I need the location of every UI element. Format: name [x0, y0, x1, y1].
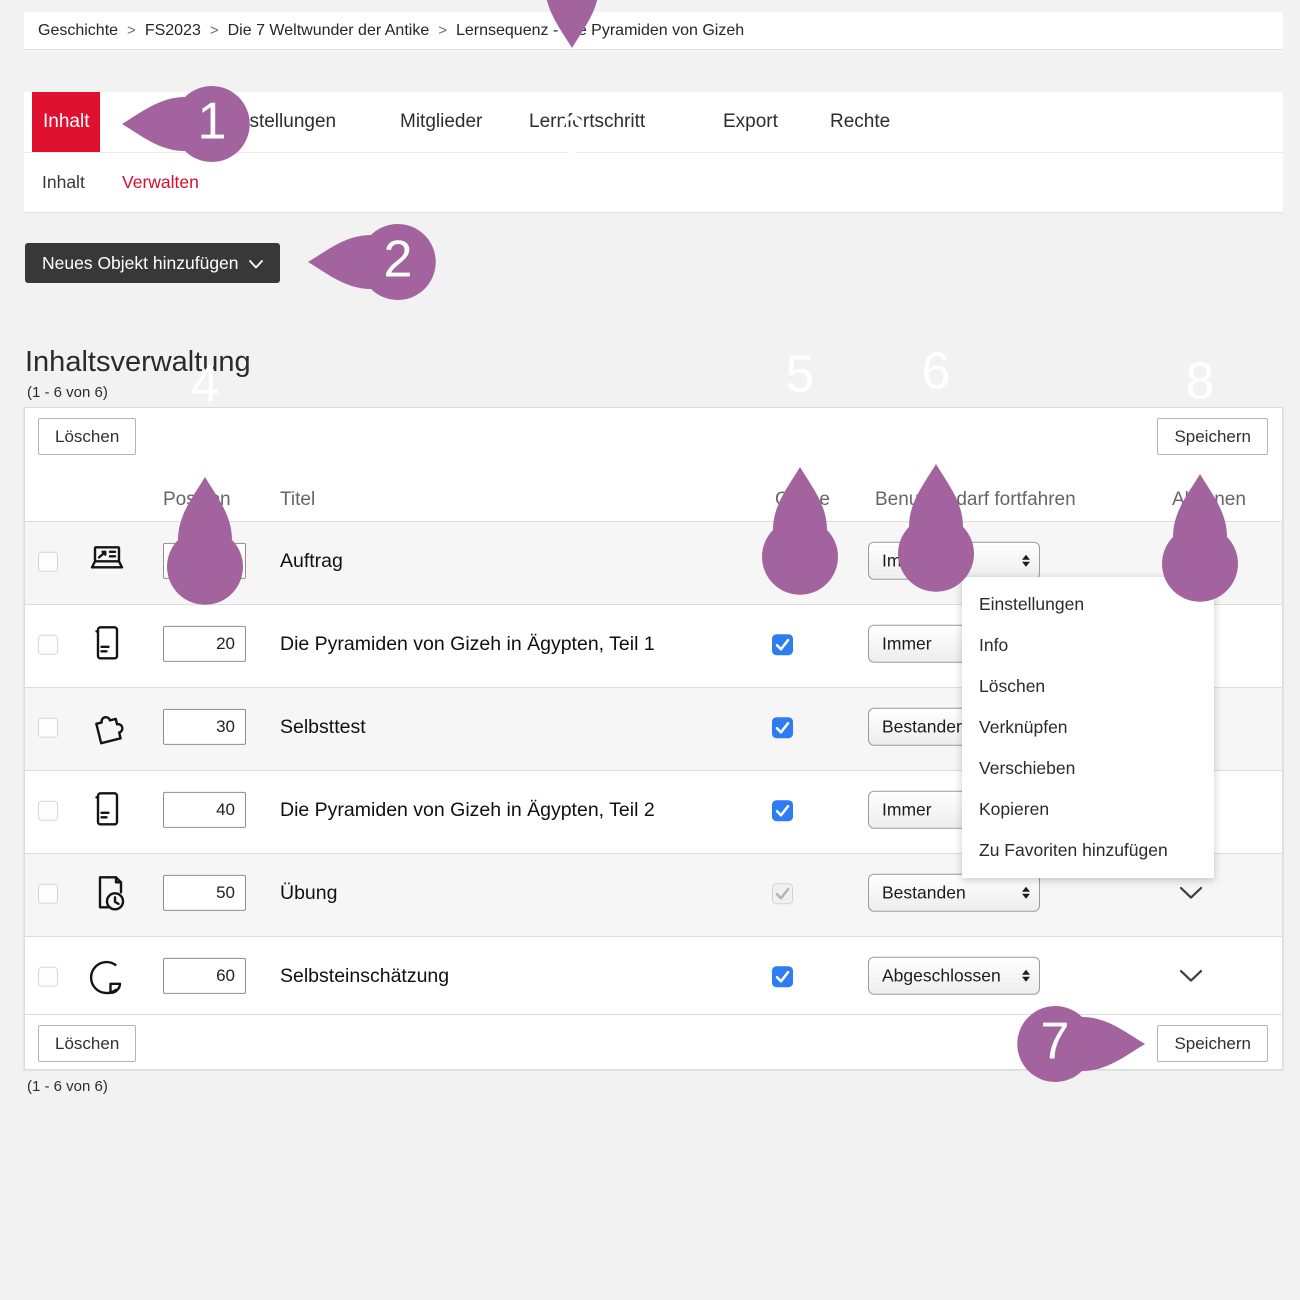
add-object-label: Neues Objekt hinzufügen — [42, 253, 239, 274]
online-checkbox[interactable] — [772, 966, 793, 987]
menu-item[interactable]: Kopieren — [962, 789, 1214, 830]
tab-rechte[interactable]: Rechte — [830, 92, 890, 152]
annotation-pin-number: 5 — [786, 345, 815, 405]
delete-button-top[interactable]: Löschen — [38, 418, 136, 455]
tab-inhalt[interactable]: Inhalt — [32, 92, 100, 152]
breadcrumb-separator: > — [438, 22, 447, 39]
subtab-verwalten[interactable]: Verwalten — [122, 153, 199, 212]
menu-item[interactable]: Zu Favoriten hinzufügen — [962, 830, 1214, 871]
select-updown-icon — [1022, 970, 1030, 982]
breadcrumb-item[interactable]: Lernsequenz - Die Pyramiden von Gizeh — [456, 22, 744, 40]
actions-menu: EinstellungenInfoLöschenVerknüpfenVersch… — [962, 577, 1214, 878]
position-input[interactable] — [163, 626, 246, 662]
delete-button-bottom[interactable]: Löschen — [38, 1025, 136, 1062]
column-header-continue: Benutzer darf fortfahren — [875, 489, 1076, 511]
row-select-checkbox[interactable] — [38, 967, 58, 987]
result-count-bottom: (1 - 6 von 6) — [27, 1078, 108, 1095]
row-select-checkbox[interactable] — [38, 884, 58, 904]
assignment-icon — [85, 538, 129, 582]
item-title: Die Pyramiden von Gizeh in Ägypten, Teil… — [280, 633, 655, 656]
table-row: Selbsteinschätzung Abgeschlossen — [25, 936, 1282, 1019]
row-actions-chevron-icon[interactable] — [1179, 969, 1203, 985]
column-header-actions: Aktionen — [1172, 489, 1246, 511]
breadcrumb-item[interactable]: FS2023 — [145, 22, 201, 40]
item-title: Übung — [280, 882, 337, 905]
page-title: Inhaltsverwaltung — [25, 346, 251, 379]
annotation-pin-number: 6 — [922, 342, 951, 402]
chevron-down-icon — [249, 253, 263, 274]
item-title: Selbsttest — [280, 716, 366, 739]
row-select-checkbox[interactable] — [38, 635, 58, 655]
sub-tab-bar: Inhalt Verwalten — [24, 153, 1283, 213]
item-title: Die Pyramiden von Gizeh in Ägypten, Teil… — [280, 799, 655, 822]
menu-item[interactable]: Einstellungen — [962, 584, 1214, 625]
annotation-pin-number: 8 — [1186, 352, 1215, 412]
continue-select[interactable]: Immer — [868, 542, 1040, 580]
column-header-position: Position — [163, 489, 231, 511]
page: Geschichte > FS2023 > Die 7 Weltwunder der A… — [0, 0, 1300, 1300]
position-input[interactable] — [163, 709, 246, 745]
tab-lernfortschritt[interactable]: Lernfortschritt — [529, 92, 645, 152]
online-checkbox[interactable] — [772, 634, 793, 655]
row-select-checkbox[interactable] — [38, 718, 58, 738]
tab-mitglieder[interactable]: Mitglieder — [400, 92, 482, 152]
row-select-checkbox[interactable] — [38, 552, 58, 572]
menu-item[interactable]: Verschieben — [962, 748, 1214, 789]
save-button-bottom[interactable]: Speichern — [1157, 1025, 1268, 1062]
tab-export[interactable]: Export — [723, 92, 778, 152]
online-checkbox — [772, 883, 793, 904]
table-header: Position Titel Online Benutzer darf fort… — [25, 480, 1282, 520]
online-checkbox — [772, 551, 793, 572]
tab-einstellungen[interactable]: Einstellungen — [222, 92, 336, 152]
breadcrumb-item[interactable]: Die 7 Weltwunder der Antike — [228, 22, 430, 40]
subtab-inhalt[interactable]: Inhalt — [42, 153, 85, 212]
menu-item[interactable]: Löschen — [962, 666, 1214, 707]
save-button-top[interactable]: Speichern — [1157, 418, 1268, 455]
annotation-pin-number: 2 — [384, 230, 413, 290]
column-header-title: Titel — [280, 489, 315, 511]
item-title: Selbsteinschätzung — [280, 965, 449, 988]
test-puzzle-icon — [85, 704, 129, 748]
breadcrumb-item[interactable]: Geschichte — [38, 22, 118, 40]
self-assessment-icon — [85, 953, 129, 997]
learning-module-icon — [85, 621, 129, 665]
exercise-icon — [85, 870, 129, 914]
continue-select[interactable]: Bestanden — [868, 874, 1040, 912]
result-count-top: (1 - 6 von 6) — [27, 384, 108, 401]
main-tab-bar: Inhalt Einstellungen Mitglieder Lernfortsch… — [24, 92, 1283, 153]
online-checkbox[interactable] — [772, 717, 793, 738]
breadcrumb-separator: > — [210, 22, 219, 39]
select-updown-icon — [1022, 887, 1030, 899]
row-actions-chevron-icon[interactable] — [1179, 886, 1203, 902]
position-input[interactable] — [163, 958, 246, 994]
online-checkbox[interactable] — [772, 800, 793, 821]
learning-module-icon — [85, 787, 129, 831]
continue-select[interactable]: Abgeschlossen — [868, 957, 1040, 995]
row-actions-chevron-icon[interactable] — [1179, 554, 1203, 570]
table-footer — [25, 1014, 1282, 1069]
position-input[interactable] — [163, 792, 246, 828]
position-input[interactable] — [163, 543, 246, 579]
item-title: Auftrag — [280, 550, 343, 573]
menu-item[interactable]: Verknüpfen — [962, 707, 1214, 748]
column-header-online: Online — [775, 489, 830, 511]
row-select-checkbox[interactable] — [38, 801, 58, 821]
breadcrumb-separator: > — [127, 22, 136, 39]
position-input[interactable] — [163, 875, 246, 911]
breadcrumb: Geschichte > FS2023 > Die 7 Weltwunder der A… — [24, 12, 1283, 50]
add-object-button[interactable]: Neues Objekt hinzufügen — [25, 243, 280, 283]
menu-item[interactable]: Info — [962, 625, 1214, 666]
annotation-pin-2 — [308, 224, 436, 300]
select-updown-icon — [1022, 555, 1030, 567]
